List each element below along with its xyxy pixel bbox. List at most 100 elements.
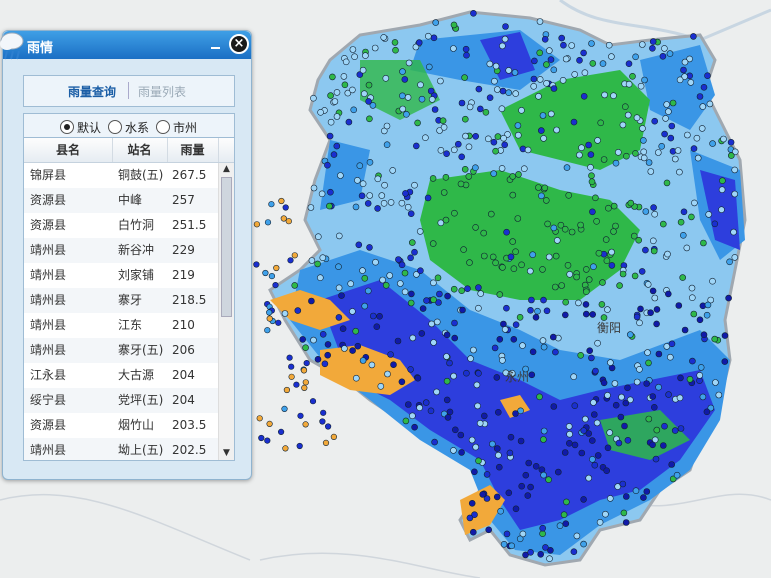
rain-station-dot[interactable]	[594, 137, 601, 144]
rain-station-dot[interactable]	[711, 335, 719, 343]
rain-station-dot[interactable]	[524, 146, 532, 154]
rain-station-dot[interactable]	[446, 359, 453, 367]
rain-station-dot[interactable]	[275, 319, 282, 326]
rain-station-dot[interactable]	[450, 285, 458, 293]
rain-station-dot[interactable]	[482, 109, 490, 116]
rain-station-dot[interactable]	[604, 391, 611, 399]
rain-station-dot[interactable]	[374, 205, 381, 212]
rain-station-dot[interactable]	[651, 294, 659, 302]
rain-station-dot[interactable]	[419, 305, 427, 312]
rain-station-dot[interactable]	[395, 256, 402, 263]
rain-station-dot[interactable]	[681, 58, 689, 66]
rain-station-dot[interactable]	[612, 222, 619, 230]
rain-station-dot[interactable]	[451, 319, 458, 327]
rain-station-dot[interactable]	[518, 261, 525, 269]
rain-station-dot[interactable]	[531, 57, 538, 65]
rain-station-dot[interactable]	[326, 132, 334, 140]
rain-station-dot[interactable]	[530, 83, 538, 90]
rain-station-dot[interactable]	[485, 526, 493, 534]
rain-station-dot[interactable]	[592, 367, 599, 375]
rain-station-dot[interactable]	[253, 221, 260, 228]
rain-station-dot[interactable]	[677, 425, 685, 432]
rain-station-dot[interactable]	[543, 61, 550, 68]
rain-station-dot[interactable]	[508, 542, 516, 550]
rain-station-dot[interactable]	[440, 189, 448, 196]
radio-city[interactable]: 市州	[156, 119, 197, 136]
rain-station-dot[interactable]	[361, 274, 369, 282]
rain-station-dot[interactable]	[643, 488, 651, 495]
rain-station-dot[interactable]	[469, 528, 477, 536]
rain-station-dot[interactable]	[565, 192, 573, 199]
rain-station-dot[interactable]	[718, 206, 725, 213]
rain-station-dot[interactable]	[725, 294, 732, 302]
rain-station-dot[interactable]	[669, 99, 677, 107]
rain-station-dot[interactable]	[540, 436, 547, 443]
rain-station-dot[interactable]	[571, 441, 579, 449]
rain-station-dot[interactable]	[493, 493, 501, 501]
rain-station-dot[interactable]	[587, 164, 594, 171]
rain-station-dot[interactable]	[659, 442, 667, 449]
rain-station-dot[interactable]	[659, 52, 667, 60]
rain-station-dot[interactable]	[507, 253, 515, 261]
rain-station-dot[interactable]	[364, 200, 372, 207]
rain-station-dot[interactable]	[443, 353, 450, 360]
rain-station-dot[interactable]	[661, 130, 668, 138]
rain-station-dot[interactable]	[359, 66, 367, 74]
rain-station-dot[interactable]	[387, 351, 394, 358]
table-row[interactable]: 靖州县 坳上(五) 202.5	[24, 438, 218, 460]
rain-station-dot[interactable]	[649, 393, 657, 400]
rain-station-dot[interactable]	[349, 46, 357, 53]
rain-station-dot[interactable]	[366, 115, 373, 123]
rain-station-dot[interactable]	[629, 73, 636, 80]
rain-station-dot[interactable]	[518, 107, 525, 114]
rain-station-dot[interactable]	[399, 105, 407, 113]
rain-station-dot[interactable]	[535, 184, 542, 191]
rain-station-dot[interactable]	[476, 105, 484, 113]
rain-station-dot[interactable]	[285, 218, 292, 225]
rain-station-dot[interactable]	[409, 412, 416, 420]
rain-station-dot[interactable]	[381, 181, 388, 189]
rain-station-dot[interactable]	[427, 407, 435, 415]
rain-station-dot[interactable]	[589, 311, 597, 318]
rain-station-dot[interactable]	[522, 471, 530, 479]
rain-station-dot[interactable]	[349, 308, 356, 315]
rain-station-dot[interactable]	[640, 154, 648, 162]
rain-station-dot[interactable]	[458, 153, 466, 161]
rain-station-dot[interactable]	[462, 132, 469, 140]
rain-station-dot[interactable]	[585, 474, 593, 482]
rain-station-dot[interactable]	[580, 427, 588, 434]
rain-station-dot[interactable]	[561, 311, 569, 319]
rain-station-dot[interactable]	[373, 323, 381, 331]
rain-station-dot[interactable]	[549, 333, 557, 341]
rain-station-dot[interactable]	[673, 471, 681, 479]
rain-station-dot[interactable]	[442, 174, 450, 181]
rain-station-dot[interactable]	[563, 498, 570, 506]
rain-station-dot[interactable]	[510, 265, 518, 273]
rain-station-dot[interactable]	[499, 87, 507, 95]
rain-station-dot[interactable]	[527, 548, 534, 556]
rain-station-dot[interactable]	[308, 297, 315, 305]
rain-station-dot[interactable]	[529, 348, 537, 356]
rain-station-dot[interactable]	[291, 282, 299, 289]
rain-station-dot[interactable]	[611, 380, 619, 387]
rain-station-dot[interactable]	[466, 103, 474, 111]
rain-station-dot[interactable]	[542, 197, 550, 204]
rain-station-dot[interactable]	[418, 95, 426, 103]
rain-station-dot[interactable]	[454, 140, 462, 148]
rain-station-dot[interactable]	[366, 244, 373, 251]
rain-station-dot[interactable]	[272, 282, 279, 289]
minimize-icon[interactable]	[210, 39, 222, 51]
rain-station-dot[interactable]	[466, 259, 473, 266]
rain-station-dot[interactable]	[680, 66, 687, 74]
rain-station-dot[interactable]	[326, 202, 333, 210]
rain-station-dot[interactable]	[543, 307, 551, 315]
rain-station-dot[interactable]	[486, 94, 494, 101]
rain-station-dot[interactable]	[492, 62, 500, 70]
rain-station-dot[interactable]	[668, 340, 676, 348]
rain-station-dot[interactable]	[550, 224, 558, 232]
rain-station-dot[interactable]	[499, 356, 506, 364]
rain-station-dot[interactable]	[528, 296, 535, 304]
rain-station-dot[interactable]	[391, 39, 399, 46]
rain-station-dot[interactable]	[303, 360, 310, 367]
rain-station-dot[interactable]	[450, 21, 458, 29]
